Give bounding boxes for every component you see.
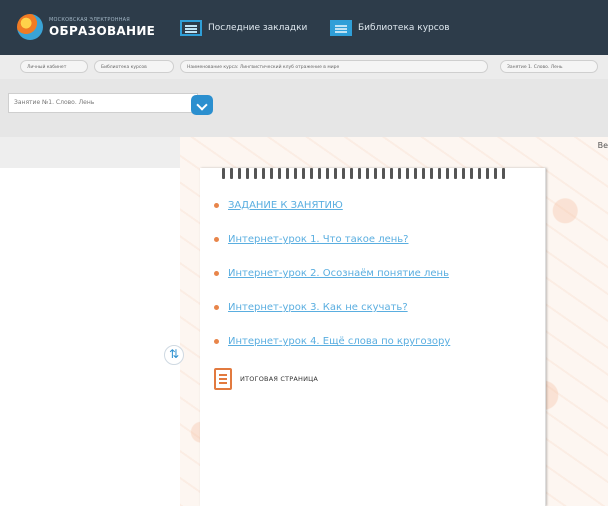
spiral-ring (414, 168, 417, 179)
document-icon (214, 368, 232, 390)
spiral-ring (334, 168, 337, 179)
notebook-rings (222, 168, 505, 182)
course-library-button[interactable]: Библиотека курсов (330, 18, 450, 38)
recent-bookmarks-button[interactable]: Последние закладки (180, 18, 307, 38)
library-icon (330, 20, 352, 36)
spiral-ring (422, 168, 425, 179)
spiral-ring (462, 168, 465, 179)
spiral-ring (326, 168, 329, 179)
spiral-ring (302, 168, 305, 179)
task-link-lesson-3[interactable]: Интернет-урок 3. Как не скучать? (228, 300, 408, 316)
spiral-ring (366, 168, 369, 179)
spiral-ring (446, 168, 449, 179)
task-link-lesson-4[interactable]: Интернет-урок 4. Ещё слова по кругозору (228, 334, 450, 350)
spiral-ring (230, 168, 233, 179)
lesson-notebook: ЗАДАНИЕ К ЗАНЯТИЮ Интернет-урок 1. Что т… (200, 168, 546, 506)
swap-icon[interactable] (164, 345, 184, 365)
spiral-ring (342, 168, 345, 179)
spiral-ring (278, 168, 281, 179)
bullet-icon (214, 237, 219, 242)
spiral-ring (270, 168, 273, 179)
breadcrumb-item-library[interactable]: Библиотека курсов (94, 60, 174, 73)
spiral-ring (254, 168, 257, 179)
breadcrumb-item-cabinet[interactable]: Личный кабинет (20, 60, 88, 73)
spiral-ring (238, 168, 241, 179)
chevron-down-icon[interactable] (191, 95, 213, 115)
cut-off-label: Ве (597, 141, 608, 150)
spiral-ring (494, 168, 497, 179)
spiral-ring (406, 168, 409, 179)
breadcrumb: Личный кабинет Библиотека курсов Наимено… (0, 55, 608, 79)
breadcrumb-item-lesson[interactable]: Занятие 1. Слово. Лень (500, 60, 598, 73)
spiral-ring (454, 168, 457, 179)
spiral-ring (318, 168, 321, 179)
bullet-icon (214, 271, 219, 276)
spiral-ring (350, 168, 353, 179)
top-navigation-bar: МОСКОВСКАЯ ЭЛЕКТРОННАЯ ОБРАЗОВАНИЕ После… (0, 0, 608, 55)
bullet-icon (214, 305, 219, 310)
spiral-ring (470, 168, 473, 179)
recent-bookmarks-label: Последние закладки (208, 23, 308, 33)
task-link-lesson-1[interactable]: Интернет-урок 1. Что такое лень? (228, 232, 409, 248)
breadcrumb-item-course[interactable]: Наименование курса: Лингвистический клуб… (180, 60, 488, 73)
lesson-select-row: Занятие №1. Слово. Лень (0, 79, 608, 137)
spiral-ring (430, 168, 433, 179)
spiral-ring (382, 168, 385, 179)
spiral-ring (374, 168, 377, 179)
spiral-ring (262, 168, 265, 179)
spiral-ring (358, 168, 361, 179)
spiral-ring (286, 168, 289, 179)
spiral-ring (294, 168, 297, 179)
spiral-ring (246, 168, 249, 179)
course-library-label: Библиотека курсов (358, 23, 450, 33)
task-link-assignment[interactable]: ЗАДАНИЕ К ЗАНЯТИЮ (228, 198, 343, 214)
logo-icon[interactable] (17, 14, 43, 40)
final-page-label: ИТОГОВАЯ СТРАНИЦА (240, 375, 319, 383)
spiral-ring (438, 168, 441, 179)
brand-subtitle: МОСКОВСКАЯ ЭЛЕКТРОННАЯ (49, 17, 130, 23)
spiral-ring (390, 168, 393, 179)
spiral-ring (502, 168, 505, 179)
bullet-icon (214, 339, 219, 344)
task-link-lesson-2[interactable]: Интернет-урок 2. Осознаём понятие лень (228, 266, 449, 282)
lesson-select[interactable]: Занятие №1. Слово. Лень (8, 93, 198, 113)
spiral-ring (310, 168, 313, 179)
bullet-icon (214, 203, 219, 208)
spiral-ring (486, 168, 489, 179)
spiral-ring (478, 168, 481, 179)
final-page-link[interactable]: ИТОГОВАЯ СТРАНИЦА (214, 368, 318, 390)
bookmarks-icon (180, 20, 202, 36)
spiral-ring (222, 168, 225, 179)
brand-title[interactable]: ОБРАЗОВАНИЕ (49, 24, 155, 38)
spiral-ring (398, 168, 401, 179)
